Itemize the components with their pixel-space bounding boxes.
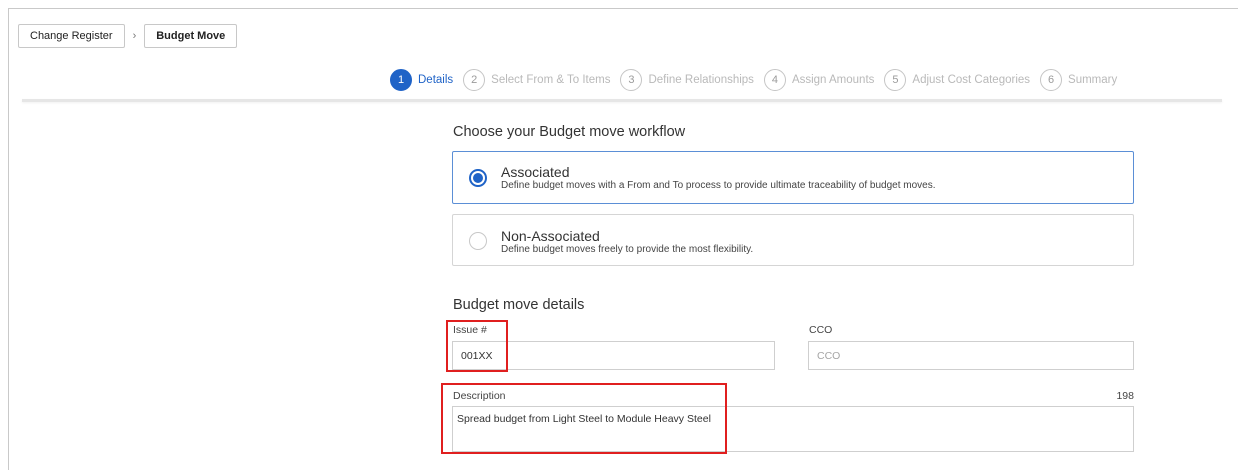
step-details[interactable]: 1 Details [390,69,453,91]
step-number: 1 [390,69,412,91]
issue-input[interactable] [452,341,775,370]
step-select-from-to-items[interactable]: 2 Select From & To Items [463,69,610,91]
stepper-divider [22,99,1222,102]
breadcrumb-change-register[interactable]: Change Register [18,24,125,48]
step-number: 2 [463,69,486,91]
step-define-relationships[interactable]: 3 Define Relationships [620,69,754,91]
step-summary[interactable]: 6 Summary [1040,69,1117,91]
description-textarea[interactable]: Spread budget from Light Steel to Module… [452,406,1134,452]
step-adjust-cost-categories[interactable]: 5 Adjust Cost Categories [884,69,1030,91]
step-number: 3 [620,69,643,91]
breadcrumb-separator: › [132,30,137,42]
details-heading: Budget move details [453,297,585,313]
step-assign-amounts[interactable]: 4 Assign Amounts [763,69,875,91]
issue-label: Issue # [453,324,487,336]
step-number: 6 [1040,69,1063,91]
breadcrumb-budget-move[interactable]: Budget Move [144,24,238,48]
cco-label: CCO [809,324,833,336]
option-associated[interactable]: Associated Define budget moves with a Fr… [452,151,1134,204]
step-label: Assign Amounts [791,74,875,86]
option-description: Define budget moves freely to provide th… [501,244,754,255]
step-label: Adjust Cost Categories [912,74,1031,86]
associated-radio[interactable] [469,169,487,187]
step-number: 5 [884,69,907,91]
description-label: Description [453,390,506,402]
breadcrumb: Change Register › Budget Move [18,24,238,48]
step-label: Details [418,74,454,86]
non-associated-radio[interactable] [469,232,487,250]
step-label: Select From & To Items [491,74,611,86]
step-label: Summary [1068,74,1118,86]
step-number: 4 [763,69,786,91]
description-char-count: 198 [1116,390,1134,402]
cco-input[interactable] [808,341,1134,370]
workflow-heading: Choose your Budget move workflow [453,124,686,140]
option-title: Associated [501,164,570,180]
step-label: Define Relationships [648,74,754,86]
option-title: Non-Associated [501,228,600,244]
wizard-stepper: 1 Details 2 Select From & To Items 3 Def… [390,68,1127,92]
option-non-associated[interactable]: Non-Associated Define budget moves freel… [452,214,1134,266]
option-description: Define budget moves with a From and To p… [501,180,936,191]
